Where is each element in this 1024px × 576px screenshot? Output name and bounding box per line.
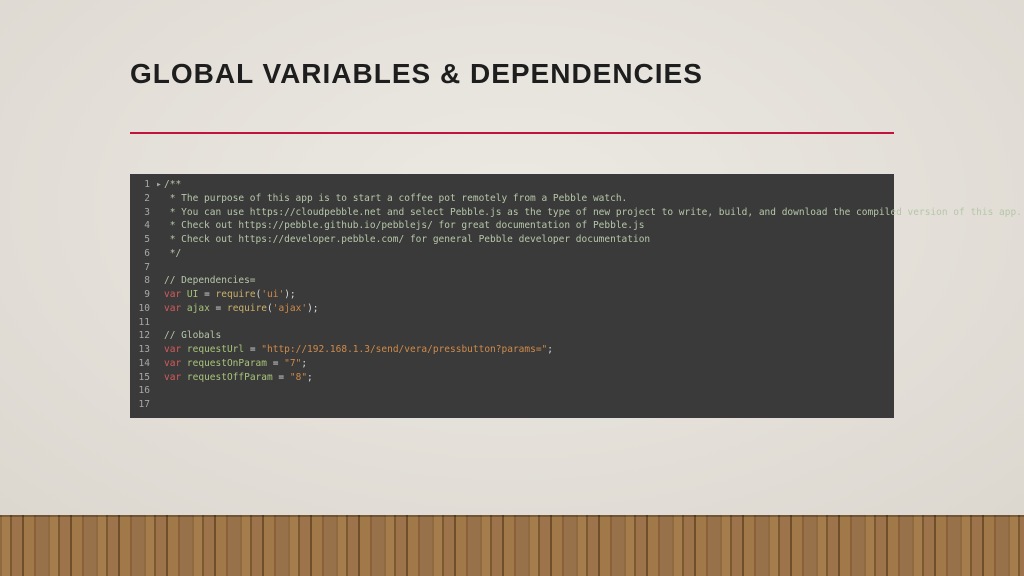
code-block: 1▸/** 2 * The purpose of this app is to …	[130, 174, 894, 418]
code-comment: * Check out https://pebble.github.io/peb…	[164, 220, 644, 231]
slide-title: GLOBAL VARIABLES & DEPENDENCIES	[130, 58, 1024, 90]
code-line: var requestOffParam = "8";	[164, 371, 894, 385]
code-line: var requestOnParam = "7";	[164, 357, 894, 371]
code-line: var requestUrl = "http://192.168.1.3/sen…	[164, 343, 894, 357]
code-line: var ajax = require('ajax');	[164, 302, 894, 316]
code-comment: // Dependencies=	[164, 275, 256, 286]
code-comment: * You can use https://cloudpebble.net an…	[164, 207, 1022, 218]
code-line: var UI = require('ui');	[164, 288, 894, 302]
code-comment: // Globals	[164, 330, 221, 341]
code-comment: */	[164, 248, 181, 259]
divider	[130, 132, 894, 134]
code-comment: * The purpose of this app is to start a …	[164, 193, 627, 204]
code-comment: /**	[164, 179, 181, 190]
floor-decoration	[0, 515, 1024, 576]
code-comment: * Check out https://developer.pebble.com…	[164, 234, 650, 245]
